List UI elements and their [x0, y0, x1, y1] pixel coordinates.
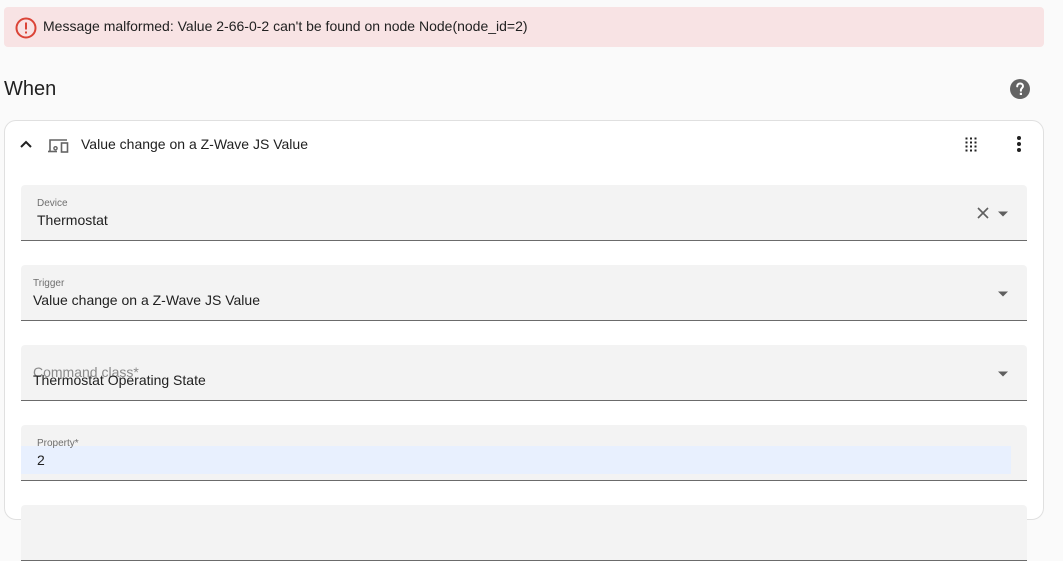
close-icon[interactable] — [977, 207, 989, 219]
command-class-value: Thermostat Operating State — [33, 372, 206, 388]
trigger-value: Value change on a Z-Wave JS Value — [33, 292, 260, 308]
dropdown-arrow-icon[interactable] — [997, 290, 1009, 298]
alert-circle-icon — [15, 17, 37, 39]
property-label: Property* — [37, 438, 79, 449]
command-class-field[interactable]: Command class* Thermostat Operating Stat… — [21, 345, 1027, 401]
devices-icon — [48, 139, 69, 153]
trigger-card: Value change on a Z-Wave JS Value Device… — [4, 120, 1044, 561]
property-field[interactable]: Property* 2 — [21, 425, 1027, 481]
dropdown-arrow-icon[interactable] — [997, 370, 1009, 378]
error-alert: Message malformed: Value 2-66-0-2 can't … — [4, 7, 1044, 47]
next-field[interactable] — [21, 505, 1027, 561]
device-label: Device — [37, 198, 68, 209]
dropdown-arrow-icon[interactable] — [997, 210, 1009, 218]
section-title: When — [4, 78, 57, 100]
device-value: Thermostat — [37, 212, 108, 228]
dots-vertical-icon[interactable] — [1011, 134, 1027, 154]
drag-handle-icon[interactable] — [963, 136, 979, 152]
property-input[interactable]: 2 — [37, 452, 45, 468]
device-field[interactable]: Device Thermostat — [21, 185, 1027, 241]
help-icon[interactable] — [1008, 77, 1032, 101]
card-title: Value change on a Z-Wave JS Value — [81, 136, 308, 152]
trigger-type-field[interactable]: Trigger Value change on a Z-Wave JS Valu… — [21, 265, 1027, 321]
chevron-up-icon[interactable] — [18, 136, 34, 152]
alert-message: Message malformed: Value 2-66-0-2 can't … — [43, 18, 528, 34]
autofill-highlight — [21, 446, 1011, 474]
trigger-label: Trigger — [33, 278, 65, 289]
